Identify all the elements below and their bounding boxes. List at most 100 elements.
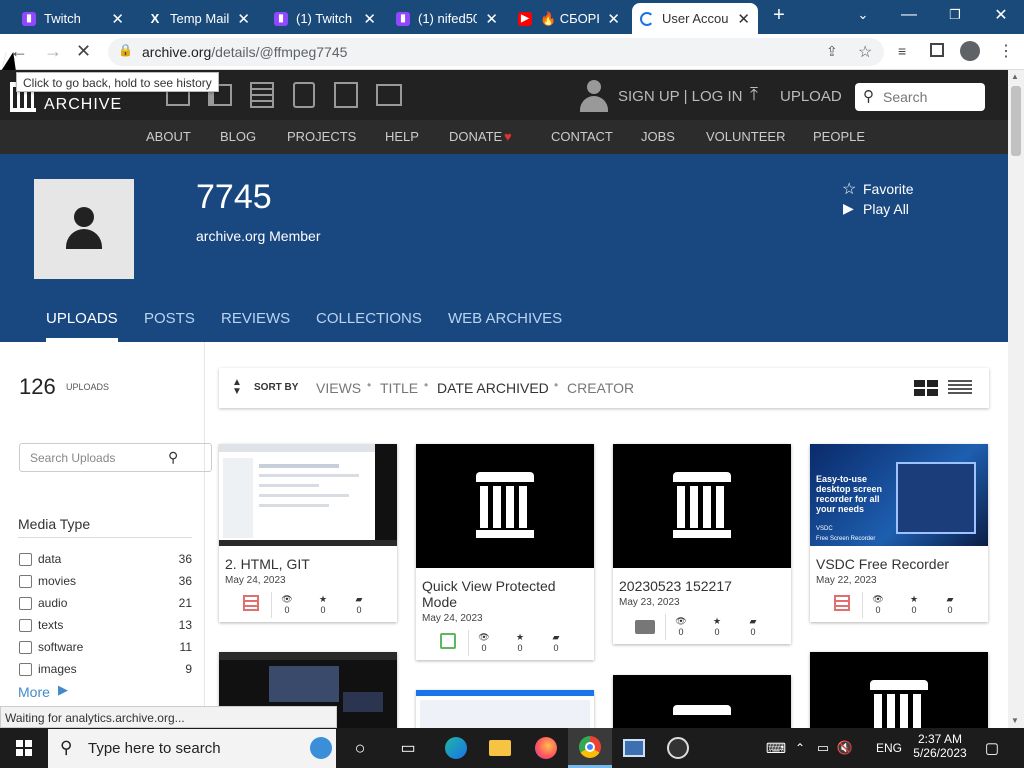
tab-search-icon[interactable]: ⌄ [840, 0, 886, 30]
browser-tab-5[interactable]: ▶ 🔥 СБОРКА ✕ [510, 3, 628, 34]
clock[interactable]: 2:37 AM 5/26/2023 [912, 732, 968, 760]
item-thumbnail[interactable] [416, 444, 594, 568]
browser-tab-2[interactable]: X Temp Mail ✕ [140, 3, 258, 34]
item-title[interactable]: 20230523 152217 [619, 578, 732, 594]
tray-chevron-icon[interactable]: ⌃ [790, 728, 810, 768]
item-card[interactable]: 2. HTML, GIT May 24, 2023 👁 0 ★ 0 ▰ 0 [219, 444, 397, 622]
edge-icon[interactable] [434, 728, 478, 768]
audio-icon[interactable] [293, 82, 315, 108]
archive-logo-text[interactable]: ARCHIVE [44, 96, 122, 114]
nav-help[interactable]: HELP [385, 129, 419, 144]
images-icon[interactable] [376, 84, 402, 106]
item-card[interactable]: Easy-to-use desktop screen recorder for … [810, 444, 988, 622]
volume-muted-icon[interactable]: 🔇 [834, 728, 856, 768]
sort-title[interactable]: TITLE [380, 380, 418, 396]
url-text[interactable]: archive.org/details/@ffmpeg7745 [142, 44, 347, 60]
sort-creator[interactable]: CREATOR [567, 380, 634, 396]
close-icon[interactable]: ✕ [237, 10, 250, 28]
sort-toggle-icon[interactable]: ▲ ▼ [232, 378, 242, 397]
nav-people[interactable]: PEOPLE [813, 129, 865, 144]
favorite-button[interactable]: Favorite [863, 181, 914, 197]
item-card[interactable]: Quick View Protected Mode May 24, 2023 👁… [416, 444, 594, 660]
file-explorer-icon[interactable] [478, 728, 522, 768]
item-card[interactable]: 20230523 152217 May 23, 2023 👁 0 ★ 0 ▰ 0 [613, 444, 791, 644]
play-icon[interactable]: ▶ [843, 200, 854, 217]
star-outline-icon[interactable]: ☆ [842, 179, 856, 199]
item-title[interactable]: VSDC Free Recorder [816, 556, 949, 572]
software-icon[interactable] [334, 82, 358, 108]
close-icon[interactable]: ✕ [111, 10, 124, 28]
close-icon[interactable]: ✕ [737, 10, 750, 28]
profile-avatar-icon[interactable] [960, 41, 980, 61]
item-card[interactable] [613, 675, 791, 728]
cortana-icon[interactable]: ○ [338, 728, 382, 768]
share-icon[interactable]: ⇪ [826, 43, 838, 60]
user-icon[interactable] [580, 80, 608, 112]
close-icon[interactable]: ✕ [363, 10, 376, 28]
taskbar-search-box[interactable]: ⚲ Type here to search [48, 729, 336, 768]
nav-projects[interactable]: PROJECTS [287, 129, 356, 144]
nav-donate[interactable]: DONATE [449, 129, 502, 144]
new-tab-button[interactable]: + [756, 0, 802, 30]
item-thumbnail[interactable] [613, 444, 791, 568]
nav-volunteer[interactable]: VOLUNTEER [706, 129, 785, 144]
tab-web-archives[interactable]: WEB ARCHIVES [448, 310, 562, 327]
chevron-right-icon[interactable]: ▶ [58, 682, 68, 698]
obs-icon[interactable] [656, 728, 700, 768]
item-card[interactable] [810, 652, 988, 728]
restore-button[interactable]: ❐ [932, 0, 978, 30]
item-thumbnail[interactable] [219, 444, 397, 546]
app-window-icon[interactable] [612, 728, 656, 768]
search-icon[interactable]: ⚲ [168, 449, 178, 466]
language-indicator[interactable]: ENG [876, 741, 902, 755]
network-icon[interactable]: ▭ [812, 728, 834, 768]
upload-icon[interactable]: ⤒ [750, 84, 758, 105]
stop-loading-icon[interactable]: ✕ [76, 41, 91, 62]
tab-posts[interactable]: POSTS [144, 310, 195, 327]
tab-uploads[interactable]: UPLOADS [46, 310, 118, 327]
bookmark-star-icon[interactable]: ☆ [858, 42, 872, 62]
site-search-input[interactable]: ⚲ Search [855, 83, 985, 111]
item-thumbnail[interactable]: Easy-to-use desktop screen recorder for … [810, 444, 988, 546]
item-title[interactable]: 2. HTML, GIT [225, 556, 310, 572]
nav-contact[interactable]: CONTACT [551, 129, 613, 144]
play-all-button[interactable]: Play All [863, 201, 909, 217]
tab-reviews[interactable]: REVIEWS [221, 310, 290, 327]
more-menu-icon[interactable]: ⋮ [998, 41, 1014, 61]
scroll-down-icon[interactable]: ▼ [1011, 716, 1019, 725]
scroll-up-icon[interactable]: ▲ [1011, 72, 1019, 81]
minimize-button[interactable]: — [886, 0, 932, 30]
item-title[interactable]: Quick View Protected Mode [422, 578, 582, 610]
tile-view-icon[interactable] [914, 380, 938, 396]
browser-tab-4[interactable]: ▮ (1) nifed50 ✕ [388, 3, 506, 34]
sort-views[interactable]: VIEWS [316, 380, 361, 396]
scrollbar-thumb[interactable] [1011, 86, 1021, 156]
firefox-icon[interactable] [524, 728, 568, 768]
browser-tab-1[interactable]: ▮ Twitch ✕ [14, 3, 132, 34]
signin-link[interactable]: SIGN UP | LOG IN [618, 88, 742, 105]
close-icon[interactable]: ✕ [485, 10, 498, 28]
tab-collections[interactable]: COLLECTIONS [316, 310, 422, 327]
windows-start-icon[interactable] [2, 728, 46, 768]
media-control-icon[interactable]: ≡ [898, 43, 906, 59]
nav-about[interactable]: ABOUT [146, 129, 191, 144]
close-icon[interactable]: ✕ [607, 10, 620, 28]
more-facets-link[interactable]: More [18, 684, 50, 700]
chrome-icon[interactable] [568, 728, 612, 768]
close-window-button[interactable]: ✕ [978, 0, 1024, 30]
list-view-icon[interactable] [948, 380, 972, 396]
video-icon[interactable] [250, 82, 274, 108]
forward-arrow-icon[interactable]: → [44, 41, 62, 62]
nav-blog[interactable]: BLOG [220, 129, 256, 144]
notifications-icon[interactable]: ▢ [970, 728, 1014, 768]
upload-link[interactable]: UPLOAD [780, 88, 842, 105]
page-scrollbar[interactable] [1008, 70, 1024, 728]
lock-icon[interactable]: 🔒 [118, 43, 133, 57]
nav-jobs[interactable]: JOBS [641, 129, 675, 144]
task-view-icon[interactable]: ▭ [386, 728, 430, 768]
browser-tab-active[interactable]: User Accou ✕ [632, 3, 758, 34]
search-uploads-input[interactable]: Search Uploads ⚲ [19, 443, 212, 472]
sidepanel-icon[interactable] [930, 43, 944, 57]
browser-tab-3[interactable]: ▮ (1) Twitch ✕ [266, 3, 384, 34]
item-card[interactable] [416, 690, 594, 728]
